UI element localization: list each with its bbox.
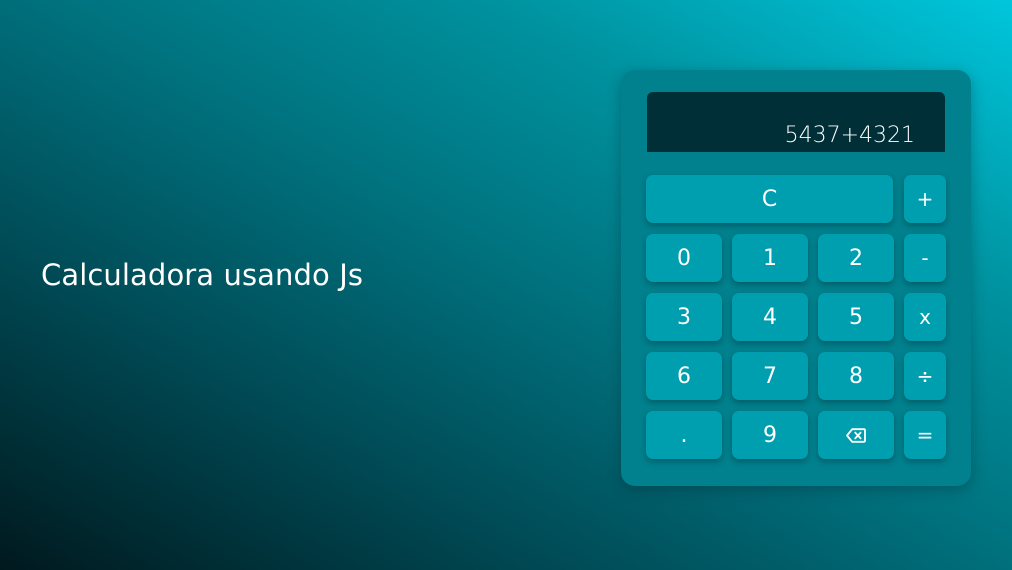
- page-title: Calculadora usando Js: [41, 258, 364, 292]
- plus-button[interactable]: +: [904, 175, 946, 223]
- divide-button[interactable]: ÷: [904, 352, 946, 400]
- digit-4-button[interactable]: 4: [732, 293, 808, 341]
- digit-6-button[interactable]: 6: [646, 352, 722, 400]
- clear-button[interactable]: C: [646, 175, 893, 223]
- digit-0-button[interactable]: 0: [646, 234, 722, 282]
- digit-1-button[interactable]: 1: [732, 234, 808, 282]
- equals-button[interactable]: =: [904, 411, 946, 459]
- backspace-button[interactable]: [818, 411, 894, 459]
- digit-3-button[interactable]: 3: [646, 293, 722, 341]
- digit-7-button[interactable]: 7: [732, 352, 808, 400]
- digit-9-button[interactable]: 9: [732, 411, 808, 459]
- multiply-button[interactable]: x: [904, 293, 946, 341]
- calculator-display: 5437+4321: [647, 92, 945, 152]
- decimal-button[interactable]: .: [646, 411, 722, 459]
- digit-8-button[interactable]: 8: [818, 352, 894, 400]
- backspace-icon: [846, 427, 866, 443]
- digit-2-button[interactable]: 2: [818, 234, 894, 282]
- digit-5-button[interactable]: 5: [818, 293, 894, 341]
- calculator: 5437+4321 C + 0 1 2 - 3 4 5 x 6 7 8 ÷ . …: [621, 70, 971, 486]
- minus-button[interactable]: -: [904, 234, 946, 282]
